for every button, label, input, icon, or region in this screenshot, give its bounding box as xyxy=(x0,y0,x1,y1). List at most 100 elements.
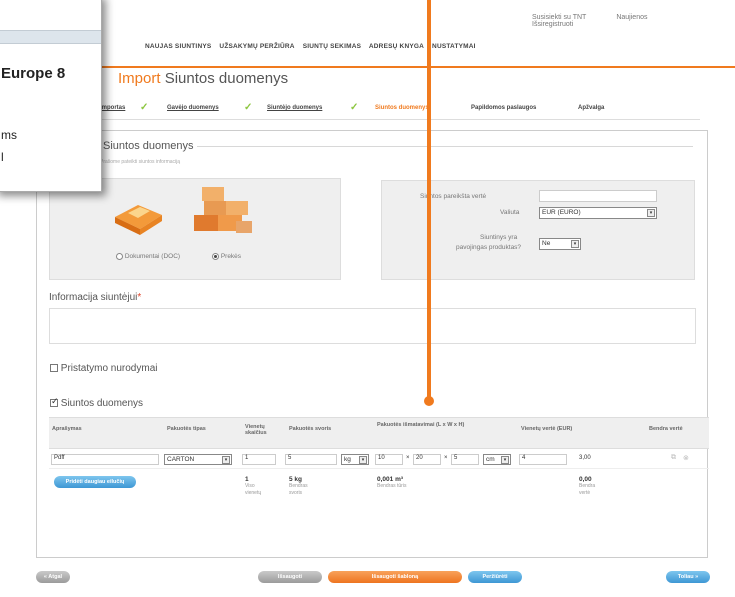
col-units: Vienetų skaičius xyxy=(245,424,267,436)
copy-icon[interactable]: ⧉ xyxy=(671,454,676,462)
chevron-down-icon: ▾ xyxy=(359,456,367,464)
total-volume: 0,001 m³ Bendras tūris xyxy=(377,476,409,490)
section-title: Siuntos duomenys xyxy=(100,140,197,152)
total-units-label: Viso vienetų xyxy=(245,483,262,496)
delivery-checkbox[interactable] xyxy=(50,364,58,373)
total-units: 1 Viso vienetų xyxy=(245,476,271,497)
page-title-text: Siuntos duomenys xyxy=(164,70,289,87)
width-input[interactable]: 20 xyxy=(413,454,441,465)
height-input[interactable]: 5 xyxy=(451,454,479,465)
length-input[interactable]: 10 xyxy=(375,454,403,465)
shipment-details-row[interactable]: Siuntos duomenys xyxy=(50,396,143,409)
chevron-down-icon: ▾ xyxy=(571,240,579,248)
step-review[interactable]: Apžvalga xyxy=(578,105,604,111)
add-rows-button[interactable]: Pridėti daugiau eilučių xyxy=(54,476,136,488)
package-type-select[interactable]: CARTON ▾ xyxy=(164,454,232,465)
total-weight: 5 kg Bendras svoris xyxy=(289,476,321,497)
step-receiver[interactable]: Gavėjo duomenys xyxy=(167,105,219,111)
logout-link[interactable]: Išsiregistruoti xyxy=(532,21,573,28)
news-link[interactable]: Naujienos xyxy=(616,14,647,21)
height-value: 5 xyxy=(454,455,458,461)
goods-icon xyxy=(194,187,252,233)
row-total-value: 3,00 xyxy=(579,455,591,461)
required-mark: * xyxy=(137,292,142,303)
table-totals: Pridėti daugiau eilučių 1 Viso vienetų 5… xyxy=(49,473,709,503)
step-import[interactable]: Importas xyxy=(100,105,125,111)
popup-text-1: ms xyxy=(1,128,17,142)
documents-label: Dokumentai (DOC) xyxy=(124,253,181,261)
top-links: Susisiekti su TNT Naujienos Išsiregistruot… xyxy=(532,14,735,28)
header-divider xyxy=(0,66,735,68)
check-icon: ✓ xyxy=(350,102,359,113)
col-package-type: Pakuotės tipas xyxy=(167,426,206,432)
popup-bar xyxy=(0,30,101,44)
back-button[interactable]: « Atgal xyxy=(36,571,70,583)
save-button[interactable]: Išsaugoti xyxy=(258,571,322,583)
currency-label: Valiuta xyxy=(500,209,520,216)
check-icon: ✓ xyxy=(140,102,149,113)
preview-button[interactable]: Peržiūrėti xyxy=(468,571,522,583)
delete-icon[interactable]: ⊗ xyxy=(683,454,689,462)
unit-value-input[interactable]: 4 xyxy=(519,454,567,465)
total-weight-value: 5 kg xyxy=(289,476,303,483)
main-nav: NAUJAS SIUNTINYS UŽSAKYMŲ PERŽIŪRA SIUNT… xyxy=(145,43,482,50)
chevron-down-icon: ▾ xyxy=(222,456,230,464)
nav-address-book[interactable]: ADRESŲ KNYGA xyxy=(369,43,424,50)
delivery-instructions-row[interactable]: Pristatymo nurodymai xyxy=(50,363,157,374)
goods-label: Prekės xyxy=(220,253,242,261)
nav-tracking[interactable]: SIUNTŲ SEKIMAS xyxy=(303,43,361,50)
weight-unit-select[interactable]: kg ▾ xyxy=(341,454,369,465)
sender-info-field[interactable] xyxy=(49,308,696,344)
contact-link[interactable]: Susisiekti su TNT xyxy=(532,14,586,21)
step-tabs: Importas ✓ Gavėjo duomenys ✓ Siuntėjo du… xyxy=(100,102,700,120)
times-symbol: × xyxy=(444,455,448,461)
units-input[interactable]: 1 xyxy=(242,454,276,465)
callout-line xyxy=(427,0,431,397)
nav-new-shipment[interactable]: NAUJAS SIUNTINYS xyxy=(145,43,211,50)
dangerous-select[interactable]: Ne ▾ xyxy=(539,238,581,250)
description-input[interactable]: Pdff xyxy=(51,454,159,465)
col-weight: Pakuotės svoris xyxy=(289,426,332,432)
nav-settings[interactable]: NUSTATYMAI xyxy=(432,43,476,50)
col-total-value: Bendra vertė xyxy=(649,426,683,432)
sender-info-label: Informacija siuntėjui* xyxy=(49,292,141,303)
documents-radio[interactable] xyxy=(116,253,123,260)
dim-unit-select[interactable]: cm ▾ xyxy=(483,454,511,465)
step-sender[interactable]: Siuntėjo duomenys xyxy=(267,105,322,111)
currency-select[interactable]: EUR (EURO) ▾ xyxy=(539,207,657,219)
total-volume-value: 0,001 m³ xyxy=(377,476,404,483)
weight-input[interactable]: 5 xyxy=(285,454,337,465)
shipment-checkbox[interactable] xyxy=(50,396,59,408)
dangerous-value: Ne xyxy=(542,240,551,247)
unit-value-value: 4 xyxy=(522,455,526,461)
callout-dot xyxy=(424,396,434,406)
section-subtitle: Prašome pateikti siuntos informaciją xyxy=(100,159,181,165)
nav-orders[interactable]: UŽSAKYMŲ PERŽIŪRA xyxy=(219,43,294,50)
goods-radio[interactable] xyxy=(212,253,219,260)
chevron-down-icon: ▾ xyxy=(647,209,655,217)
weight-unit-value: kg xyxy=(344,456,351,463)
sender-info-text: Informacija siuntėjui xyxy=(49,292,138,303)
total-value: 0,00 Bendra vertė xyxy=(579,476,607,497)
next-button[interactable]: Toliau » xyxy=(666,571,710,583)
goods-option[interactable]: Prekės xyxy=(212,253,241,260)
total-value-value: 0,00 xyxy=(579,476,592,483)
popup-text-2: l xyxy=(1,150,4,164)
declared-value-input[interactable] xyxy=(539,190,657,202)
description-value: Pdff xyxy=(54,455,65,461)
chevron-down-icon: ▾ xyxy=(501,456,509,464)
package-type-value: CARTON xyxy=(167,456,195,463)
total-weight-label: Bendras svoris xyxy=(289,483,308,496)
col-unit-value: Vienetų vertė (EUR) xyxy=(521,426,573,432)
check-icon: ✓ xyxy=(244,102,253,113)
documents-option[interactable]: Dokumentai (DOC) xyxy=(116,253,180,260)
zoom-popup: Europe 8 ms l xyxy=(0,0,102,192)
times-symbol: × xyxy=(406,455,410,461)
save-template-button[interactable]: Išsaugoti šabloną xyxy=(328,571,462,583)
total-units-value: 1 xyxy=(245,476,249,483)
step-shipment[interactable]: Siuntos duomenys xyxy=(375,105,429,111)
shipment-type-box: Dokumentai (DOC) Prekės xyxy=(49,178,341,280)
documents-icon xyxy=(115,205,162,235)
step-extra-services[interactable]: Papildomos paslaugos xyxy=(471,105,536,111)
units-value: 1 xyxy=(245,455,249,461)
